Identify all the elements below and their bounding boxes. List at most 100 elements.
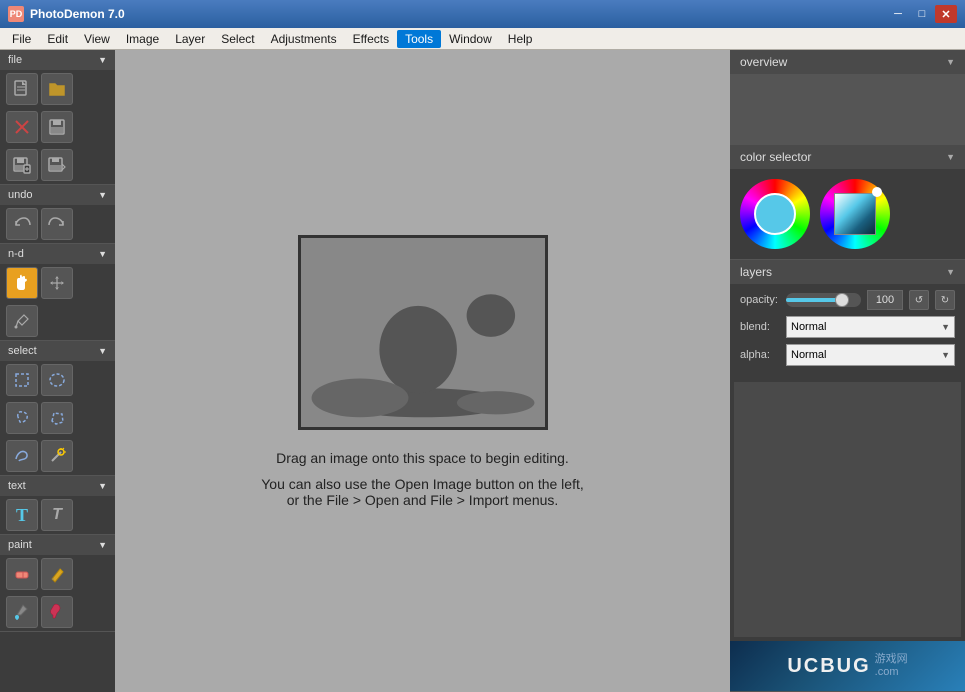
lasso-button[interactable] — [6, 402, 38, 434]
menu-adjustments[interactable]: Adjustments — [263, 30, 345, 48]
maximize-button[interactable]: □ — [911, 5, 933, 23]
text-sans-button[interactable]: T — [41, 499, 73, 531]
paint-section-arrow: ▼ — [98, 540, 107, 550]
undo-section: undo ▼ — [0, 185, 115, 244]
app-icon: PD — [8, 6, 24, 22]
move-tool-button[interactable] — [41, 267, 73, 299]
text-serif-button[interactable]: T — [6, 499, 38, 531]
new-file-button[interactable] — [6, 73, 38, 105]
undo-section-arrow: ▼ — [98, 190, 107, 200]
layers-reset-button[interactable]: ↺ — [909, 290, 929, 310]
menu-select[interactable]: Select — [213, 30, 262, 48]
pencil-button[interactable] — [41, 558, 73, 590]
select-tools-row2 — [0, 399, 115, 437]
color-wheel[interactable] — [740, 179, 810, 249]
blend-label: blend: — [740, 321, 780, 333]
right-panel: overview ▼ color selector ▼ — [730, 50, 965, 692]
select-section-arrow: ▼ — [98, 346, 107, 356]
menu-layer[interactable]: Layer — [167, 30, 213, 48]
hue-picker[interactable] — [820, 179, 890, 249]
paint-bucket-button[interactable] — [6, 596, 38, 628]
menu-tools[interactable]: Tools — [397, 30, 441, 48]
rect-select-button[interactable] — [6, 364, 38, 396]
freehand-select-button[interactable] — [6, 440, 38, 472]
poly-select-button[interactable] — [41, 402, 73, 434]
menu-help[interactable]: Help — [500, 30, 541, 48]
hand-tool-button[interactable] — [6, 267, 38, 299]
title-bar: PD PhotoDemon 7.0 ─ □ ✕ — [0, 0, 965, 28]
select-section-header[interactable]: select ▼ — [0, 341, 115, 361]
overview-label: overview — [740, 55, 787, 69]
alpha-label: alpha: — [740, 349, 780, 361]
color-selector-section: color selector ▼ — [730, 145, 965, 260]
opacity-track — [786, 298, 842, 302]
close-button[interactable]: ✕ — [935, 5, 957, 23]
paint-tools-row1 — [0, 555, 115, 593]
text-tools-row: T T — [0, 496, 115, 534]
watermark-text: UCBUG — [787, 655, 870, 678]
alpha-value: Normal — [791, 349, 826, 361]
layers-header[interactable]: layers ▼ — [730, 260, 965, 284]
eyedropper-button[interactable] — [6, 305, 38, 337]
text-section-arrow: ▼ — [98, 481, 107, 491]
file-section-header[interactable]: file ▼ — [0, 50, 115, 70]
file-tools-row3 — [0, 146, 115, 184]
opacity-thumb — [835, 293, 849, 307]
undo-section-header[interactable]: undo ▼ — [0, 185, 115, 205]
file-section: file ▼ — [0, 50, 115, 185]
menu-file[interactable]: File — [4, 30, 39, 48]
menu-view[interactable]: View — [76, 30, 118, 48]
overview-header[interactable]: overview ▼ — [730, 50, 965, 74]
export-button[interactable] — [41, 149, 73, 181]
text-section: text ▼ T T — [0, 476, 115, 535]
canvas-image-preview — [298, 235, 548, 430]
opacity-label: opacity: — [740, 294, 780, 306]
undo-tools-row — [0, 205, 115, 243]
select-tools-row3 — [0, 437, 115, 475]
nav-tools-row2 — [0, 302, 115, 340]
layers-arrow: ▼ — [946, 267, 955, 277]
opacity-slider[interactable] — [786, 293, 861, 307]
save-button[interactable] — [41, 111, 73, 143]
undo-button[interactable] — [6, 208, 38, 240]
layers-sync-button[interactable]: ↻ — [935, 290, 955, 310]
close-file-button[interactable] — [6, 111, 38, 143]
color-selector-content — [730, 169, 965, 259]
eraser-button[interactable] — [6, 558, 38, 590]
ellipse-select-button[interactable] — [41, 364, 73, 396]
paint-tools-row2 — [0, 593, 115, 631]
save-as-button[interactable] — [6, 149, 38, 181]
paint-dropper-button[interactable] — [41, 596, 73, 628]
paint-section-header[interactable]: paint ▼ — [0, 535, 115, 555]
canvas-help-text: You can also use the Open Image button o… — [261, 476, 584, 508]
menu-edit[interactable]: Edit — [39, 30, 76, 48]
overview-section: overview ▼ — [730, 50, 965, 145]
minimize-button[interactable]: ─ — [887, 5, 909, 23]
color-wheel-ring — [740, 179, 810, 249]
open-file-button[interactable] — [41, 73, 73, 105]
file-section-arrow: ▼ — [98, 55, 107, 65]
opacity-row: opacity: 100 ↺ ↻ — [740, 290, 955, 310]
nav-section-header[interactable]: n-d ▼ — [0, 244, 115, 264]
opacity-value[interactable]: 100 — [867, 290, 903, 310]
redo-button[interactable] — [41, 208, 73, 240]
blend-select[interactable]: Normal ▼ — [786, 316, 955, 338]
nav-section-label: n-d — [8, 248, 24, 260]
canvas-area: Drag an image onto this space to begin e… — [115, 50, 730, 692]
app-title: PhotoDemon 7.0 — [30, 7, 125, 21]
color-selector-header[interactable]: color selector ▼ — [730, 145, 965, 169]
color-selector-label: color selector — [740, 150, 811, 164]
alpha-row: alpha: Normal ▼ — [740, 344, 955, 366]
text-section-header[interactable]: text ▼ — [0, 476, 115, 496]
select-section-label: select — [8, 345, 37, 357]
menu-image[interactable]: Image — [118, 30, 167, 48]
menu-effects[interactable]: Effects — [345, 30, 397, 48]
nav-section-arrow: ▼ — [98, 249, 107, 259]
select-tools-row1 — [0, 361, 115, 399]
color-selector-arrow: ▼ — [946, 152, 955, 162]
paint-section: paint ▼ — [0, 535, 115, 632]
menu-window[interactable]: Window — [441, 30, 500, 48]
magic-wand-button[interactable] — [41, 440, 73, 472]
layers-section: layers ▼ opacity: 100 ↺ ↻ blend: — [730, 260, 965, 692]
alpha-select[interactable]: Normal ▼ — [786, 344, 955, 366]
